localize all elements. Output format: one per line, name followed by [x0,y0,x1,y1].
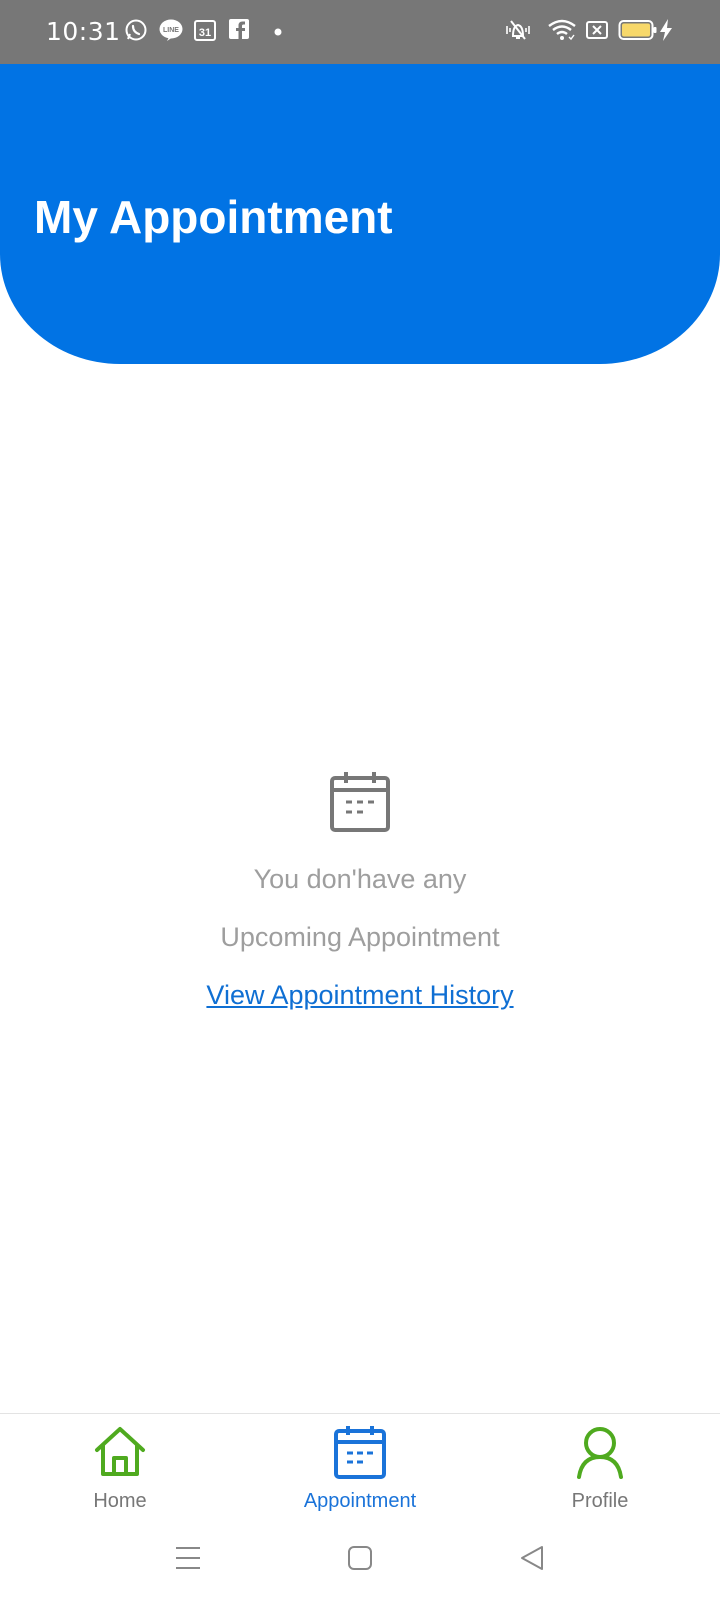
nav-label-home: Home [93,1490,147,1512]
whatsapp-icon [124,18,148,42]
empty-message-line2: Upcoming Appointment [220,922,500,952]
calendar-icon [328,770,392,834]
calendar-31-icon: 31 [193,18,217,42]
svg-text:31: 31 [199,27,211,39]
nav-item-profile[interactable]: Profile [510,1424,690,1514]
nav-label-appointment: Appointment [303,1490,417,1512]
system-navigation-bar [0,1523,720,1600]
page-title: My Appointment [34,191,393,243]
menu-icon[interactable] [175,1545,201,1571]
home-icon [30,1424,210,1480]
wifi-icon [547,18,577,42]
nav-label-profile: Profile [571,1490,629,1512]
line-icon: LINE [158,18,184,42]
no-sim-icon [585,18,609,42]
calendar-icon [270,1424,450,1480]
dot-icon [274,28,282,36]
bottom-navigation: Home Appointment Profile [0,1413,720,1524]
nav-item-appointment[interactable]: Appointment [270,1424,450,1514]
status-time: 10:31 [46,17,121,46]
person-icon [510,1424,690,1480]
status-bar: 10:31 LINE 31 [0,0,720,64]
back-triangle-icon[interactable] [519,1545,545,1571]
nav-item-home[interactable]: Home [30,1424,210,1514]
header-banner: My Appointment [0,64,720,364]
charging-icon [658,18,674,42]
home-square-icon[interactable] [347,1545,373,1571]
empty-state: You don'have any Upcoming Appointment Vi… [0,770,720,1010]
view-appointment-history-link[interactable]: View Appointment History [0,978,720,1012]
empty-message-line1: You don'have any [253,864,467,894]
battery-icon [618,18,658,42]
facebook-icon [228,18,250,40]
vibrate-off-icon [503,18,533,42]
svg-text:LINE: LINE [163,27,179,34]
